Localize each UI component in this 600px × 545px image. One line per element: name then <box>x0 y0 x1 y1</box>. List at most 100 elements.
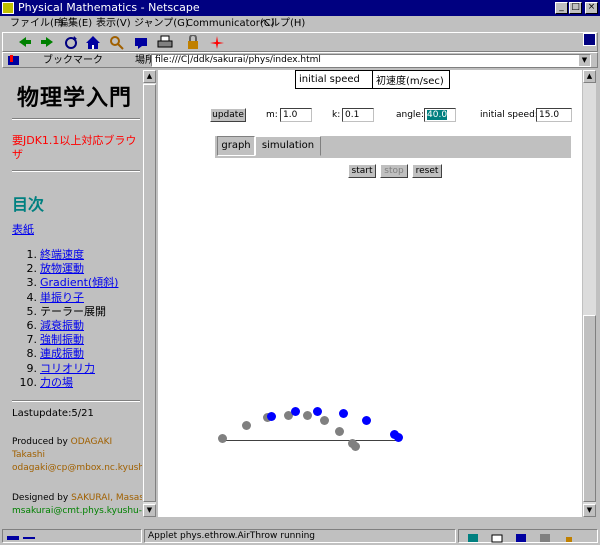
print-icon[interactable] <box>157 35 173 50</box>
scroll-up-button[interactable]: ▲ <box>583 70 596 83</box>
minimize-button[interactable]: _ <box>555 2 568 14</box>
toc-item: 1. 終端速度 <box>12 248 118 262</box>
toc-list: 1. 終端速度 2. 放物運動 3. Gradient(傾斜) 4. 単振り子 5. テー… <box>12 248 119 390</box>
stop-button[interactable]: stop <box>380 164 408 178</box>
chevron-down-icon: ▼ <box>146 506 153 514</box>
scroll-down-button[interactable]: ▼ <box>143 504 156 517</box>
toc-item: 8. 連成振動 <box>12 347 118 361</box>
producer-email-text: odagaki@cp@mbox.nc.kyushu-u.ac.jp <box>12 463 142 473</box>
news-icon[interactable] <box>515 533 527 543</box>
blue-projectile <box>339 409 348 418</box>
maximize-button[interactable]: □ <box>569 2 582 14</box>
tab-graph[interactable]: graph <box>217 136 255 156</box>
m-input[interactable]: 1.0 <box>280 108 312 122</box>
toc-link[interactable]: 力の場 <box>40 376 73 389</box>
menu-view[interactable]: 表示(V) <box>96 17 131 30</box>
security-status-icon[interactable] <box>563 533 575 543</box>
menu-edit[interactable]: 編集(E) <box>58 17 92 30</box>
toc-link[interactable]: 減衰振動 <box>40 319 84 332</box>
grey-projectile <box>335 427 344 436</box>
producer-email[interactable]: odagaki@cp@mbox.nc.kyushu-u.ac.jp <box>12 462 142 474</box>
toc-item: 2. 放物運動 <box>12 262 118 276</box>
toc-number: 8. <box>26 347 38 361</box>
toc-current-item: テーラー展開 <box>40 304 106 318</box>
toc-number: 5. <box>26 304 38 318</box>
left-frame: 物理学入門 要JDK1.1以上対応ブラウザ 目次 表紙 1. 終端速度 2. 放物運… <box>3 70 142 517</box>
toc-number: 3. <box>26 276 38 290</box>
toc-link[interactable]: 放物運動 <box>40 262 84 275</box>
url-input[interactable]: file:///C|/ddk/sakurai/phys/index.html ▼ <box>151 54 591 67</box>
toc-link[interactable]: 単振り子 <box>40 291 84 304</box>
forward-icon[interactable] <box>39 35 55 50</box>
designer-email-text: msakurai@cmt.phys.kyushu-u.ac.jp <box>12 506 142 516</box>
blue-projectile <box>394 433 403 442</box>
tab-simulation[interactable]: simulation <box>255 136 321 156</box>
m-label: m: <box>266 110 278 120</box>
left-frame-scrollbar[interactable]: ▲ ▼ <box>143 70 156 517</box>
scroll-up-button[interactable]: ▲ <box>143 70 156 83</box>
toc-link[interactable]: コリオリ力 <box>40 362 95 375</box>
last-update: Lastupdate:5/21 <box>12 408 94 419</box>
initial-speed-input[interactable]: 15.0 <box>536 108 572 122</box>
designed-label: Designed by <box>12 493 69 503</box>
designed-by: Designed by SAKURAI, Masashi <box>12 492 142 504</box>
security-icon[interactable] <box>185 35 201 50</box>
toc-number: 7. <box>26 333 38 347</box>
composer-icon[interactable] <box>539 533 551 543</box>
search-icon[interactable] <box>109 35 125 50</box>
status-bar: Applet phys.ethrow.AirThrow running <box>0 528 600 545</box>
angle-input[interactable]: 40.0 <box>424 108 456 122</box>
scroll-thumb[interactable] <box>143 84 156 502</box>
producer-name-line: Takashi <box>12 449 45 461</box>
divider <box>12 170 140 172</box>
guide-icon[interactable] <box>133 35 149 50</box>
k-label: k: <box>332 110 341 120</box>
initial-speed-label: initial speed: <box>480 110 538 120</box>
navigator-icon[interactable] <box>467 533 479 543</box>
url-dropdown-button[interactable]: ▼ <box>579 55 590 66</box>
chevron-up-icon: ▲ <box>586 72 593 80</box>
location-bar: ブックマーク 場所: file:///C|/ddk/sakurai/phys/i… <box>2 52 598 68</box>
bookmarks-button[interactable]: ブックマーク <box>43 54 103 67</box>
mail-icon[interactable] <box>491 533 503 543</box>
menu-go[interactable]: ジャンプ(G) <box>134 17 189 30</box>
chevron-up-icon: ▲ <box>146 72 153 80</box>
start-button[interactable]: start <box>348 164 376 178</box>
k-input[interactable]: 0.1 <box>342 108 374 122</box>
reset-button[interactable]: reset <box>412 164 442 178</box>
update-button[interactable]: update <box>210 108 246 122</box>
designer-email[interactable]: msakurai@cmt.phys.kyushu-u.ac.jp <box>12 505 142 517</box>
cover-link[interactable]: 表紙 <box>12 221 34 237</box>
scroll-thumb[interactable] <box>583 315 596 502</box>
toc-link[interactable]: 連成振動 <box>40 347 84 360</box>
right-frame: initial speed 初速度(m/sec) update m: 1.0 k… <box>158 70 582 517</box>
parameter-table: initial speed 初速度(m/sec) <box>295 70 450 89</box>
view-tabs: graph simulation <box>215 136 571 158</box>
menu-file[interactable]: ファイル(F) <box>10 17 64 30</box>
toc-link[interactable]: Gradient(傾斜) <box>40 276 118 289</box>
right-frame-scrollbar[interactable]: ▲ ▼ <box>583 70 596 517</box>
stop-icon[interactable] <box>209 35 225 50</box>
close-button[interactable]: × <box>585 2 598 14</box>
back-icon[interactable] <box>17 35 33 50</box>
blue-projectile <box>291 407 300 416</box>
toc-link[interactable]: 終端速度 <box>40 248 84 261</box>
jdk-requirement-note: 要JDK1.1以上対応ブラウザ <box>12 134 137 161</box>
status-text: Applet phys.ethrow.AirThrow running <box>148 531 315 541</box>
blue-projectile <box>267 412 276 421</box>
blue-projectile <box>362 416 371 425</box>
angle-value-selected: 40.0 <box>427 110 448 120</box>
status-icons-section <box>458 529 598 543</box>
bookmarks-icon[interactable] <box>7 54 21 66</box>
ground-line <box>222 440 398 441</box>
produced-by: Produced by ODAGAKI <box>12 436 112 448</box>
home-icon[interactable] <box>85 35 101 50</box>
reload-icon[interactable] <box>63 35 79 50</box>
producer-name-2: Takashi <box>12 450 45 460</box>
toc-link[interactable]: 強制振動 <box>40 333 84 346</box>
menu-help[interactable]: ヘルプ(H) <box>260 17 305 30</box>
grey-projectile <box>242 421 251 430</box>
menu-bar: ファイル(F) 編集(E) 表示(V) ジャンプ(G) Communicator… <box>0 16 600 31</box>
scroll-down-button[interactable]: ▼ <box>583 504 596 517</box>
navigation-toolbar <box>2 32 598 52</box>
